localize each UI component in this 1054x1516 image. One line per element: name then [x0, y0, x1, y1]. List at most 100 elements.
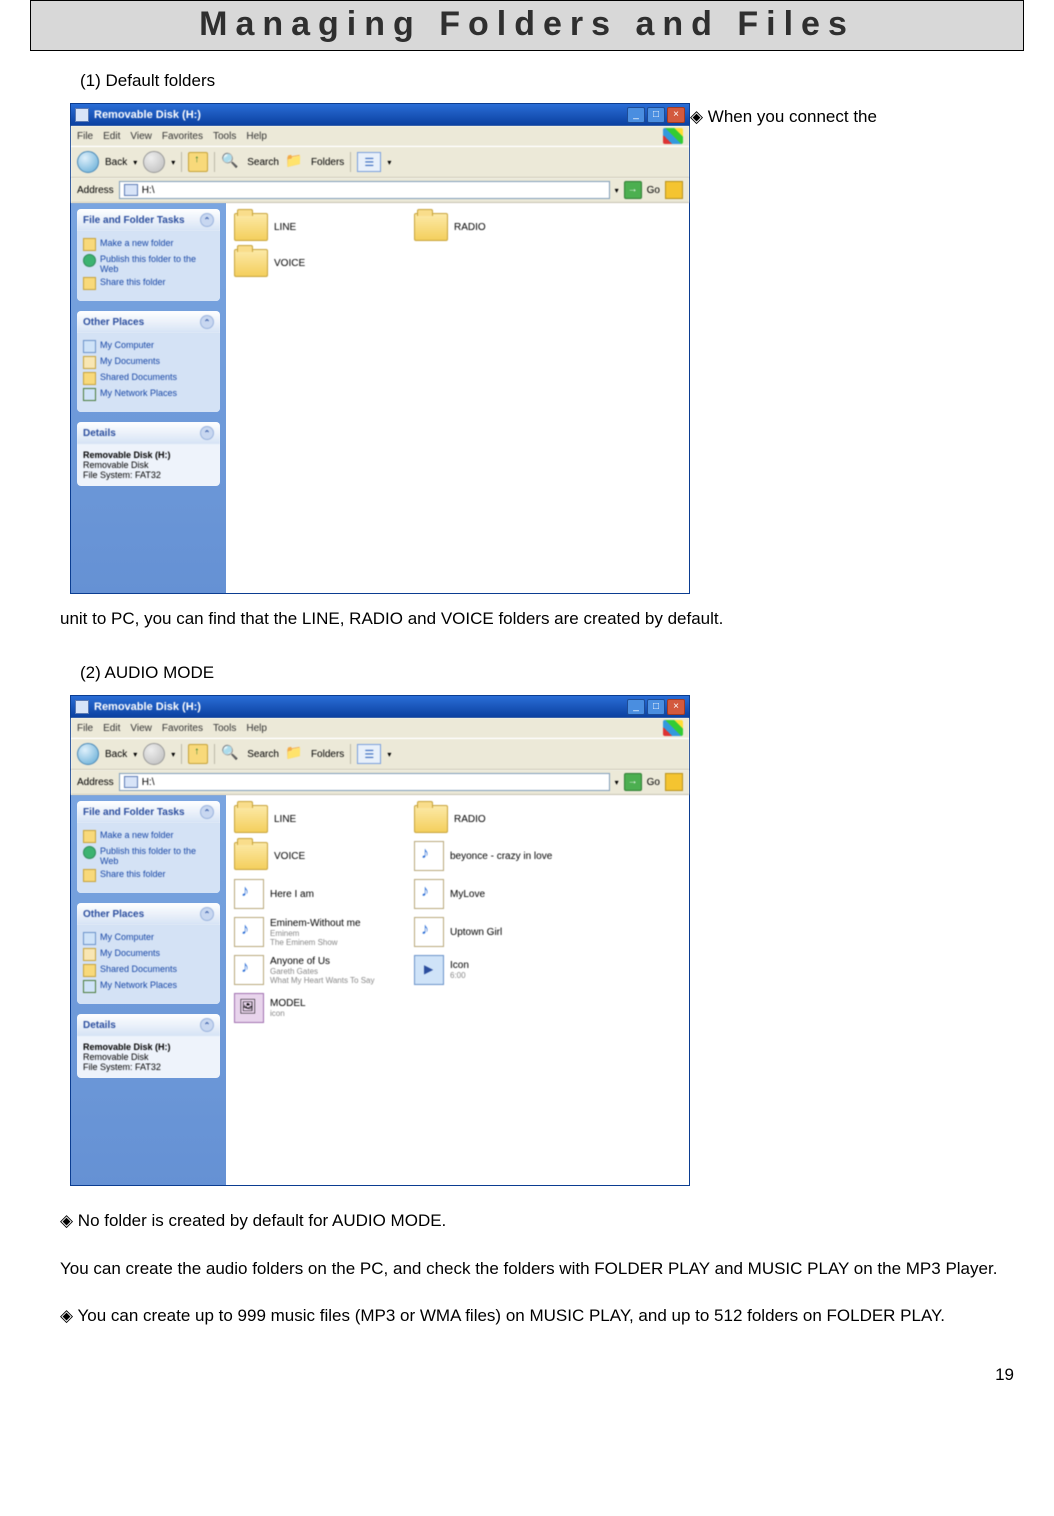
maximize-button[interactable]: □ [647, 699, 665, 715]
address-input[interactable]: H:\ [119, 773, 610, 791]
my-computer-icon [83, 340, 96, 353]
task-share[interactable]: Share this folder [83, 869, 214, 882]
task-new-folder[interactable]: Make a new folder [83, 238, 214, 251]
collapse-icon[interactable]: ⌃ [200, 315, 214, 329]
folder-voice[interactable]: VOICE [234, 841, 414, 871]
music-file-icon [414, 917, 444, 947]
views-button[interactable] [357, 152, 381, 172]
forward-dropdown-icon[interactable]: ▾ [171, 750, 175, 759]
folder-voice[interactable]: VOICE [234, 249, 414, 277]
details-type: Removable Disk [83, 460, 214, 470]
sidebar: File and Folder Tasks ⌃ Make a new folde… [71, 203, 226, 593]
share-icon [83, 869, 96, 882]
folder-icon [234, 249, 268, 277]
details-panel: Details ⌃ Removable Disk (H:) Removable … [77, 422, 220, 486]
menu-tools[interactable]: Tools [213, 131, 236, 142]
menu-help[interactable]: Help [246, 723, 267, 734]
forward-dropdown-icon[interactable]: ▾ [171, 158, 175, 167]
minimize-button[interactable]: _ [627, 107, 645, 123]
xp-titlebar: Removable Disk (H:) _ □ × [71, 696, 689, 718]
address-input[interactable]: H:\ [119, 181, 610, 199]
places-panel: Other Places ⌃ My Computer My Documents … [77, 311, 220, 412]
folder-radio[interactable]: RADIO [414, 805, 594, 833]
menu-tools[interactable]: Tools [213, 723, 236, 734]
menu-file[interactable]: File [77, 723, 93, 734]
minimize-button[interactable]: _ [627, 699, 645, 715]
xp-titlebar: Removable Disk (H:) _ □ × [71, 104, 689, 126]
close-button[interactable]: × [667, 699, 685, 715]
my-network-icon [83, 388, 96, 401]
folder-line[interactable]: LINE [234, 213, 414, 241]
section-1-heading: (1) Default folders [80, 71, 1024, 91]
address-dropdown-icon[interactable]: ▾ [615, 186, 619, 195]
up-button[interactable] [188, 152, 208, 172]
collapse-icon[interactable]: ⌃ [200, 805, 214, 819]
task-share[interactable]: Share this folder [83, 277, 214, 290]
folders-icon[interactable] [285, 152, 305, 172]
menu-favorites[interactable]: Favorites [162, 723, 203, 734]
file-eminem[interactable]: Eminem-Without meEminemThe Eminem Show [234, 917, 414, 947]
back-label: Back [105, 157, 127, 168]
para-1-inline: ◈ When you connect the [690, 107, 877, 126]
task-publish[interactable]: Publish this folder to the Web [83, 254, 214, 274]
place-my-documents[interactable]: My Documents [83, 948, 214, 961]
place-my-computer[interactable]: My Computer [83, 340, 214, 353]
menu-view[interactable]: View [130, 723, 152, 734]
menu-view[interactable]: View [130, 131, 152, 142]
file-anyone[interactable]: Anyone of UsGareth GatesWhat My Heart Wa… [234, 955, 414, 985]
folder-radio[interactable]: RADIO [414, 213, 594, 241]
folders-icon[interactable] [285, 744, 305, 764]
views-dropdown-icon[interactable]: ▾ [387, 750, 391, 759]
collapse-icon[interactable]: ⌃ [200, 1018, 214, 1032]
details-name: Removable Disk (H:) [83, 1042, 214, 1052]
place-my-documents[interactable]: My Documents [83, 356, 214, 369]
back-button[interactable] [77, 743, 99, 765]
menu-edit[interactable]: Edit [103, 131, 120, 142]
place-shared-documents[interactable]: Shared Documents [83, 964, 214, 977]
menu-help[interactable]: Help [246, 131, 267, 142]
folder-line[interactable]: LINE [234, 805, 414, 833]
go-button[interactable]: → [624, 773, 642, 791]
search-icon[interactable] [221, 152, 241, 172]
address-dropdown-icon[interactable]: ▾ [615, 778, 619, 787]
place-my-network[interactable]: My Network Places [83, 388, 214, 401]
publish-icon [83, 846, 96, 859]
up-button[interactable] [188, 744, 208, 764]
norton-icon[interactable] [665, 181, 683, 199]
file-uptown[interactable]: Uptown Girl [414, 917, 594, 947]
file-model[interactable]: MODELicon [234, 993, 414, 1023]
task-publish[interactable]: Publish this folder to the Web [83, 846, 214, 866]
views-button[interactable] [357, 744, 381, 764]
new-folder-icon [83, 830, 96, 843]
views-dropdown-icon[interactable]: ▾ [387, 158, 391, 167]
menu-favorites[interactable]: Favorites [162, 131, 203, 142]
place-my-network[interactable]: My Network Places [83, 980, 214, 993]
toolbar-separator [181, 744, 182, 764]
search-icon[interactable] [221, 744, 241, 764]
back-dropdown-icon[interactable]: ▾ [133, 158, 137, 167]
folders-label: Folders [311, 749, 344, 760]
norton-icon[interactable] [665, 773, 683, 791]
back-button[interactable] [77, 151, 99, 173]
places-panel: Other Places ⌃ My Computer My Documents … [77, 903, 220, 1004]
go-button[interactable]: → [624, 181, 642, 199]
menu-file[interactable]: File [77, 131, 93, 142]
collapse-icon[interactable]: ⌃ [200, 907, 214, 921]
place-shared-documents[interactable]: Shared Documents [83, 372, 214, 385]
maximize-button[interactable]: □ [647, 107, 665, 123]
collapse-icon[interactable]: ⌃ [200, 213, 214, 227]
menu-edit[interactable]: Edit [103, 723, 120, 734]
task-new-folder[interactable]: Make a new folder [83, 830, 214, 843]
close-button[interactable]: × [667, 107, 685, 123]
place-my-computer[interactable]: My Computer [83, 932, 214, 945]
collapse-icon[interactable]: ⌃ [200, 426, 214, 440]
file-mylove[interactable]: MyLove [414, 879, 594, 909]
back-dropdown-icon[interactable]: ▾ [133, 750, 137, 759]
forward-button[interactable] [143, 151, 165, 173]
file-here-i-am[interactable]: Here I am [234, 879, 414, 909]
forward-button[interactable] [143, 743, 165, 765]
toolbar-separator [181, 152, 182, 172]
file-icon[interactable]: Icon6:00 [414, 955, 594, 985]
my-documents-icon [83, 356, 96, 369]
file-beyonce[interactable]: beyonce - crazy in love [414, 841, 594, 871]
